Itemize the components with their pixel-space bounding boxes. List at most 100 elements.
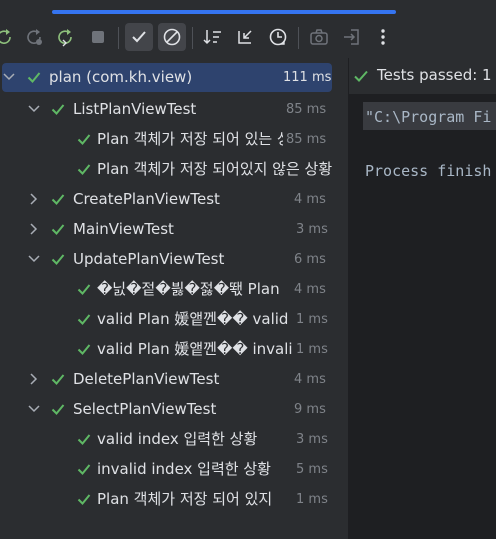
show-passed-toggle[interactable]	[125, 23, 153, 51]
tree-node-label: valid Plan 媛앹껜�� invalid	[97, 340, 293, 358]
snapshot-icon	[310, 29, 328, 45]
more-options-button[interactable]	[369, 23, 397, 51]
tree-node-label: plan (com.kh.view)	[49, 68, 193, 86]
command-line-text: "C:\Program Fi	[365, 108, 492, 126]
test-duration: 3 ms	[296, 432, 328, 447]
tree-node-test-case[interactable]: �닔�젙�븷�젏�뙋 Plan 4 ms	[0, 274, 348, 304]
test-duration: 9 ms	[294, 402, 326, 417]
tree-node-label: DeletePlanViewTest	[73, 370, 220, 388]
export-results-button[interactable]	[338, 23, 366, 51]
tree-node-label: invalid index 입력한 상황	[97, 460, 271, 478]
toolbar-separator	[298, 27, 299, 49]
test-duration: 1 ms	[296, 492, 328, 507]
passed-check-icon	[77, 464, 91, 475]
test-duration: 1 ms	[296, 342, 328, 357]
test-duration: 111 ms	[283, 70, 332, 85]
tree-node-mainviewtest[interactable]: MainViewTest 3 ms	[0, 214, 348, 244]
test-duration: 4 ms	[294, 372, 326, 387]
rerun-failed-button[interactable]	[20, 23, 48, 51]
show-ignored-icon	[163, 28, 181, 46]
test-duration: 85 ms	[286, 132, 327, 147]
test-duration: 4 ms	[294, 282, 326, 297]
test-duration: 6 ms	[294, 252, 326, 267]
toolbar-separator	[118, 27, 119, 49]
sort-alphabetically-button[interactable]	[199, 23, 227, 51]
sort-by-duration-icon	[269, 28, 287, 46]
tree-node-listplanviewtest[interactable]: ListPlanViewTest 85 ms	[0, 94, 348, 124]
chevron-down-icon[interactable]	[2, 70, 16, 84]
tree-node-test-case[interactable]: valid Plan 媛앹껜�� valid 1 ms	[0, 304, 348, 334]
sort-icon	[203, 30, 221, 45]
toggle-auto-test-button[interactable]	[51, 23, 79, 51]
sort-by-duration-button[interactable]	[264, 23, 292, 51]
chevron-right-icon[interactable]	[27, 372, 41, 386]
chevron-down-icon[interactable]	[27, 402, 41, 416]
test-runner-toolbar	[0, 18, 496, 58]
tree-node-label: �닔�젙�븷�젏�뙋 Plan	[97, 280, 280, 298]
tree-node-test-case[interactable]: valid index 입력한 상황 3 ms	[0, 424, 348, 454]
tree-node-label: SelectPlanViewTest	[73, 400, 217, 418]
export-icon	[344, 29, 359, 45]
passed-check-icon	[354, 70, 368, 82]
tree-node-label: Plan 객체가 저장 되어있지 않은 상황	[97, 160, 333, 178]
tree-node-label: MainViewTest	[73, 220, 174, 238]
toggle-auto-test-icon	[58, 29, 72, 47]
chevron-right-icon[interactable]	[27, 192, 41, 206]
rerun-button[interactable]	[0, 23, 18, 51]
passed-check-icon	[51, 404, 65, 415]
stop-button[interactable]	[84, 23, 112, 51]
tree-node-test-case[interactable]: Plan 객체가 저장 되어 있는 상황 85 ms	[0, 124, 348, 154]
tree-node-test-case[interactable]: Plan 객체가 저장 되어 있지 1 ms	[0, 484, 348, 514]
chevron-right-icon[interactable]	[27, 222, 41, 236]
collapse-all-button[interactable]	[231, 23, 259, 51]
show-passed-icon	[132, 31, 146, 43]
tree-node-deleteplanviewtest[interactable]: DeletePlanViewTest 4 ms	[0, 364, 348, 394]
tree-node-selectplanviewtest[interactable]: SelectPlanViewTest 9 ms	[0, 394, 348, 424]
passed-check-icon	[77, 314, 91, 325]
tree-node-test-case[interactable]: invalid index 입력한 상황 5 ms	[0, 454, 348, 484]
tree-node-test-case[interactable]: Plan 객체가 저장 되어있지 않은 상황	[0, 154, 348, 184]
tree-node-plan[interactable]: plan (com.kh.view) 111 ms	[0, 62, 348, 92]
tree-node-label: CreatePlanViewTest	[73, 190, 220, 208]
toolbar-separator	[192, 27, 193, 49]
tree-node-createplanviewtest[interactable]: CreatePlanViewTest 4 ms	[0, 184, 348, 214]
process-finished-text: Process finish	[365, 162, 492, 180]
tree-node-label: Plan 객체가 저장 되어 있는 상황	[97, 130, 283, 148]
passed-check-icon	[51, 224, 65, 235]
tree-node-label: valid Plan 媛앹껜�� valid	[97, 310, 289, 328]
passed-check-icon	[51, 374, 65, 385]
tree-node-updateplanviewtest[interactable]: UpdatePlanViewTest 6 ms	[0, 244, 348, 274]
stop-icon	[92, 31, 104, 43]
passed-check-icon	[77, 434, 91, 445]
tree-node-label: Plan 객체가 저장 되어 있지	[97, 490, 273, 508]
test-duration: 5 ms	[296, 462, 328, 477]
console-panel[interactable]: Tests passed: 1 "C:\Program Fi Process f…	[349, 58, 496, 539]
test-results-tree: plan (com.kh.view) 111 ms ListPlanViewTe…	[0, 62, 348, 539]
test-duration: 3 ms	[296, 222, 328, 237]
passed-check-icon	[77, 164, 91, 175]
passed-check-icon	[77, 284, 91, 295]
test-duration: 1 ms	[296, 312, 328, 327]
passed-check-icon	[51, 254, 65, 265]
tree-node-test-case[interactable]: valid Plan 媛앹껜�� invalid 1 ms	[0, 334, 348, 364]
show-ignored-toggle[interactable]	[158, 23, 186, 51]
test-duration: 4 ms	[294, 192, 326, 207]
tree-node-label: valid index 입력한 상황	[97, 430, 258, 448]
rerun-failed-icon	[27, 29, 42, 45]
chevron-down-icon[interactable]	[27, 252, 41, 266]
test-progress-bar	[0, 0, 496, 18]
test-status-bar: Tests passed: 1	[349, 58, 496, 94]
passed-check-icon	[77, 344, 91, 355]
snapshot-button[interactable]	[305, 23, 333, 51]
tree-node-label: ListPlanViewTest	[73, 100, 197, 118]
passed-check-icon	[51, 104, 65, 115]
rerun-icon	[0, 29, 11, 44]
tree-node-label: UpdatePlanViewTest	[73, 250, 225, 268]
chevron-down-icon[interactable]	[27, 102, 41, 116]
passed-check-icon	[51, 194, 65, 205]
test-duration: 85 ms	[286, 102, 327, 117]
collapse-icon	[238, 30, 252, 44]
passed-check-icon	[77, 494, 91, 505]
more-icon	[381, 29, 385, 45]
passed-check-icon	[77, 134, 91, 145]
